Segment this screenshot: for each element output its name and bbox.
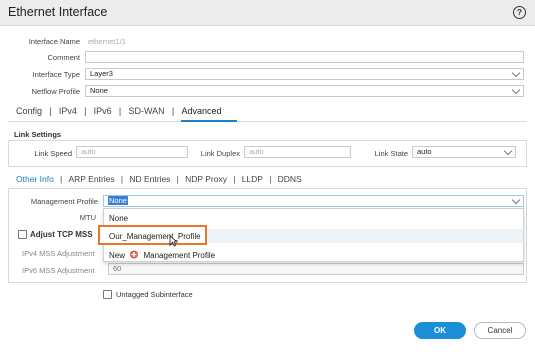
dropdown-new-prefix: New	[109, 251, 126, 260]
tab-separator: |	[233, 174, 236, 184]
link-speed-input[interactable]: auto	[76, 146, 188, 158]
dialog-titlebar: Ethernet Interface ?	[0, 0, 535, 26]
link-state-value: auto	[417, 147, 432, 156]
tab-separator: |	[176, 174, 179, 184]
management-profile-label: Management Profile	[30, 197, 98, 206]
ipv6-mss-label: IPv6 MSS Adjustment	[22, 266, 95, 275]
active-tab-underline	[181, 120, 237, 122]
tab-separator: |	[49, 106, 52, 116]
tab-sd-wan[interactable]: SD-WAN	[128, 106, 164, 116]
netflow-profile-label: Netflow Profile	[31, 87, 80, 96]
add-profile-icon	[130, 250, 139, 259]
chevron-down-icon	[511, 68, 521, 78]
subtab-other-info[interactable]: Other Info	[16, 174, 54, 184]
untagged-subinterface-label: Untagged Subinterface	[116, 290, 193, 299]
interface-name-value: ethernet1/1	[88, 37, 126, 46]
tab-separator: |	[269, 174, 272, 184]
cancel-button[interactable]: Cancel	[474, 322, 526, 339]
subtab-lldp[interactable]: LLDP	[242, 174, 263, 184]
dialog-title: Ethernet Interface	[8, 5, 108, 19]
tab-advanced[interactable]: Advanced	[181, 106, 221, 116]
comment-input[interactable]	[85, 51, 524, 63]
dropdown-new-label: Management Profile	[143, 251, 216, 260]
link-duplex-input[interactable]: auto	[244, 146, 351, 158]
link-speed-label: Link Speed	[34, 149, 72, 158]
dropdown-option-our-management-profile[interactable]: Our_Management_Profile	[98, 225, 207, 245]
ok-button[interactable]: OK	[414, 322, 466, 339]
help-icon[interactable]: ?	[513, 6, 526, 19]
tab-separator: |	[118, 106, 122, 116]
untagged-subinterface-checkbox[interactable]	[103, 290, 112, 299]
ipv6-mss-input[interactable]: 60	[108, 263, 524, 275]
management-profile-select[interactable]: None	[103, 195, 524, 207]
management-profile-value: None	[108, 196, 128, 205]
adjust-tcp-mss-label: Adjust TCP MSS	[30, 230, 93, 239]
subtab-arp-entries[interactable]: ARP Entries	[69, 174, 115, 184]
interface-name-label: Interface Name	[28, 37, 80, 46]
tab-separator: |	[84, 106, 87, 116]
link-duplex-label: Link Duplex	[200, 149, 240, 158]
tab-ipv4[interactable]: IPv4	[59, 106, 77, 116]
interface-type-label: Interface Type	[32, 70, 80, 79]
dropdown-option-none[interactable]: None	[109, 214, 128, 223]
subtab-nd-entries[interactable]: ND Entries	[129, 174, 170, 184]
chevron-down-icon	[511, 85, 521, 95]
tab-separator: |	[60, 174, 63, 184]
adjust-tcp-mss-checkbox[interactable]	[18, 230, 27, 239]
tab-separator: |	[171, 106, 175, 116]
dropdown-option-label: Our_Management_Profile	[109, 232, 201, 241]
link-settings-title: Link Settings	[14, 130, 62, 139]
dropdown-new-item[interactable]: New Management Profile	[109, 250, 215, 260]
mtu-label: MTU	[79, 213, 96, 222]
interface-type-select[interactable]: Layer3	[85, 68, 524, 80]
chevron-down-icon	[511, 195, 521, 205]
comment-label: Comment	[47, 53, 80, 62]
link-state-label: Link State	[374, 149, 408, 158]
netflow-profile-value: None	[90, 86, 108, 95]
tab-config[interactable]: Config	[16, 106, 42, 116]
subtab-ndp-proxy[interactable]: NDP Proxy	[185, 174, 227, 184]
subtab-ddns[interactable]: DDNS	[278, 174, 302, 184]
tabs-divider	[8, 121, 527, 122]
sub-tabs: Other Info | ARP Entries | ND Entries | …	[16, 174, 302, 184]
tab-ipv6[interactable]: IPv6	[94, 106, 112, 116]
tab-separator: |	[120, 174, 124, 184]
ipv4-mss-label: IPv4 MSS Adjustment	[22, 249, 95, 258]
main-tabs: Config | IPv4 | IPv6 | SD-WAN | Advanced	[16, 106, 222, 116]
interface-type-value: Layer3	[90, 69, 113, 78]
link-state-select[interactable]: auto	[412, 146, 516, 158]
netflow-profile-select[interactable]: None	[85, 85, 524, 97]
chevron-down-icon	[503, 146, 513, 156]
mouse-pointer-icon	[169, 235, 178, 247]
